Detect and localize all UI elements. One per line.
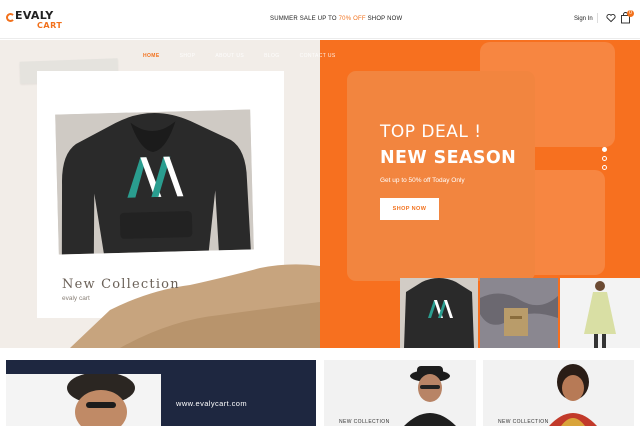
- collection-card-label: NEW COLLECTION: [498, 419, 549, 425]
- thumb-kurti-graphic: [584, 281, 616, 348]
- nav-item-about[interactable]: ABOUT US: [215, 53, 244, 59]
- collection-card-label: NEW COLLECTION: [339, 419, 390, 425]
- deal-title: TOP DEAL !: [380, 122, 482, 142]
- collection-card-men[interactable]: NEW COLLECTION: [324, 360, 476, 426]
- hero-right-panel: TOP DEAL ! NEW SEASON Get up to 50% off …: [320, 40, 640, 348]
- deal-subtitle: Get up to 50% off Today Only: [380, 177, 465, 184]
- collections-row: www.evalycart.com NEW COLLECTION NEW COL…: [0, 358, 640, 426]
- promo-card[interactable]: www.evalycart.com: [6, 360, 316, 426]
- season-title: NEW SEASON: [380, 148, 517, 168]
- promo-shop-link[interactable]: SHOP NOW: [368, 16, 403, 22]
- logo[interactable]: EVALY CART: [6, 8, 76, 32]
- logo-mark-icon: [6, 13, 15, 22]
- thumb-fabric[interactable]: [480, 278, 558, 348]
- slider-dots: [602, 147, 608, 174]
- promo-url[interactable]: www.evalycart.com: [176, 399, 247, 408]
- promo-highlight: 70% OFF: [338, 16, 366, 22]
- cart-count-badge: 0: [627, 10, 634, 17]
- thumb-kurti[interactable]: [560, 278, 640, 348]
- nav-item-shop[interactable]: SHOP: [180, 53, 196, 59]
- nav-item-contact[interactable]: CONTACT US: [300, 53, 336, 59]
- collection-card-men-graphic: [404, 366, 456, 426]
- promo-banner: SUMMER SALE UP TO 70% OFF SHOP NOW: [270, 15, 402, 23]
- collection-card-women[interactable]: NEW COLLECTION: [483, 360, 634, 426]
- thumb-hoodie[interactable]: [400, 278, 478, 348]
- slider-dot[interactable]: [602, 165, 607, 170]
- slider-dot[interactable]: [602, 156, 607, 161]
- hero-left-panel: New Collection evaly cart: [0, 40, 320, 348]
- nav-item-home[interactable]: HOME: [143, 53, 160, 59]
- shop-now-button[interactable]: SHOP NOW: [380, 198, 439, 220]
- header-divider: [597, 13, 598, 23]
- hoodie-graphic: [55, 109, 254, 255]
- heart-icon[interactable]: [606, 13, 616, 23]
- collection-title: New Collection: [62, 277, 180, 292]
- model-photo: [6, 374, 161, 426]
- slider-dot[interactable]: [602, 147, 607, 152]
- main-nav: HOME SHOP ABOUT US BLOG CONTACT US: [143, 53, 356, 59]
- thumb-fabric-graphic: [480, 278, 558, 348]
- model-graphic: [6, 374, 161, 426]
- collection-subtitle: evaly cart: [62, 295, 90, 302]
- logo-text-secondary: CART: [37, 21, 63, 30]
- nav-item-blog[interactable]: BLOG: [264, 53, 280, 59]
- deal-card: [347, 71, 535, 281]
- thumb-hoodie-graphic: [404, 278, 474, 348]
- collection-card-women-graphic: [549, 364, 597, 426]
- site-header: EVALY CART SUMMER SALE UP TO 70% OFF SHO…: [0, 0, 640, 39]
- promo-text: SUMMER SALE UP TO: [270, 16, 339, 22]
- logo-text-primary: EVALY: [15, 9, 54, 22]
- hoodie-image[interactable]: [55, 109, 254, 255]
- sign-in-link[interactable]: Sign In: [574, 15, 593, 23]
